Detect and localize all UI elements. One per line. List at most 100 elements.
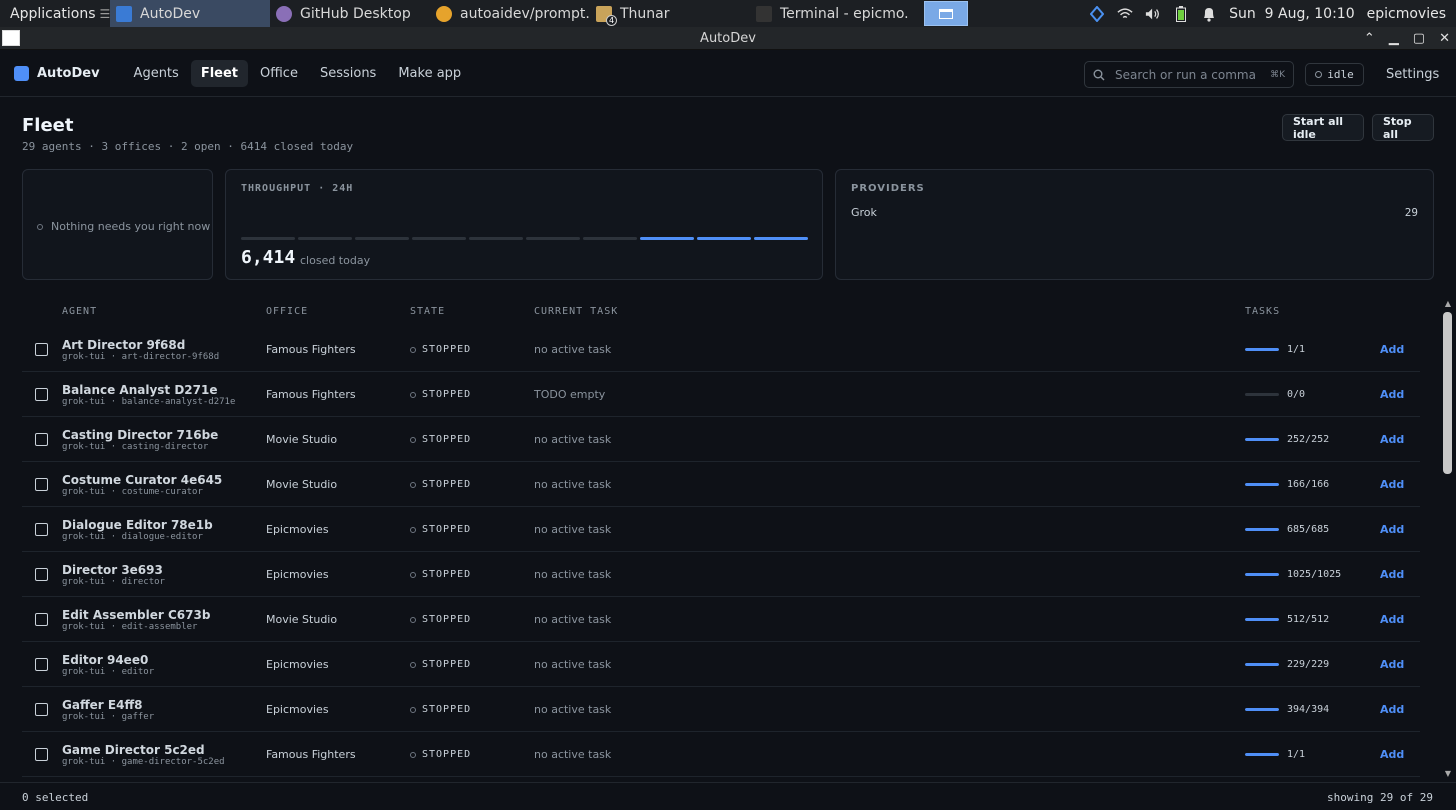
taskbar-task[interactable]: GitHub Desktop	[270, 0, 430, 27]
agent-name[interactable]: Costume Curator 4e645	[62, 473, 222, 487]
add-task-button[interactable]: Add	[1380, 523, 1404, 536]
settings-link[interactable]: Settings	[1378, 65, 1447, 84]
agent-state: STOPPED	[410, 704, 471, 715]
col-office[interactable]: OFFICE	[266, 306, 308, 317]
scroll-down-icon[interactable]: ▼	[1443, 769, 1453, 779]
add-task-button[interactable]: Add	[1380, 748, 1404, 761]
col-current-task[interactable]: CURRENT TASK	[534, 306, 618, 317]
taskbar-task[interactable]: autoaidev/prompt...	[430, 0, 590, 27]
col-tasks[interactable]: TASKS	[1245, 306, 1280, 317]
status-pill[interactable]: idle	[1305, 63, 1364, 86]
agent-name[interactable]: Art Director 9f68d	[62, 338, 185, 352]
scrollbar-thumb[interactable]	[1443, 312, 1452, 474]
add-task-button[interactable]: Add	[1380, 388, 1404, 401]
table-row[interactable]: Art Director 9f68d grok-tui · art-directo…	[22, 327, 1420, 372]
agent-state: STOPPED	[410, 659, 471, 670]
network-diamond-icon[interactable]	[1089, 5, 1105, 22]
window-app-icon[interactable]	[2, 30, 20, 46]
table-row[interactable]: Game Director 5c2ed grok-tui · game-direc…	[22, 732, 1420, 777]
state-ring-icon	[410, 436, 416, 443]
battery-icon[interactable]	[1173, 5, 1189, 22]
desktop-switcher[interactable]	[918, 0, 974, 27]
state-label: STOPPED	[422, 749, 472, 760]
agent-office: Epicmovies	[266, 658, 329, 671]
row-checkbox[interactable]	[35, 388, 48, 401]
nav-fleet[interactable]: Fleet	[190, 60, 248, 87]
search-input[interactable]	[1115, 67, 1255, 82]
col-state[interactable]: STATE	[410, 306, 445, 317]
nav-agents[interactable]: Agents	[124, 60, 189, 87]
start-all-idle-button[interactable]: Start all idle	[1282, 114, 1364, 141]
scroll-up-icon[interactable]: ▲	[1443, 299, 1453, 309]
taskbar-task[interactable]: 4 Thunar	[590, 0, 750, 27]
nav-make-app[interactable]: Make app	[388, 60, 471, 87]
table-row[interactable]: Dialogue Editor 78e1b grok-tui · dialogue…	[22, 507, 1420, 552]
row-checkbox[interactable]	[35, 568, 48, 581]
row-checkbox[interactable]	[35, 523, 48, 536]
command-search[interactable]: ⌘K	[1084, 61, 1294, 88]
row-checkbox[interactable]	[35, 478, 48, 491]
add-task-button[interactable]: Add	[1380, 703, 1404, 716]
nav-sessions[interactable]: Sessions	[310, 60, 386, 87]
close-icon[interactable]: ✕	[1439, 31, 1450, 46]
row-checkbox[interactable]	[35, 433, 48, 446]
volume-icon[interactable]	[1145, 6, 1161, 22]
table-row[interactable]: Casting Director 716be grok-tui · casting…	[22, 417, 1420, 462]
add-task-button[interactable]: Add	[1380, 343, 1404, 356]
table-row[interactable]: Editor 94ee0 grok-tui · editor Epicmovies S…	[22, 642, 1420, 687]
session-user[interactable]: epicmovies	[1367, 6, 1446, 22]
agent-name[interactable]: Edit Assembler C673b	[62, 608, 210, 622]
row-checkbox[interactable]	[35, 703, 48, 716]
provider-count: 29	[1404, 206, 1418, 219]
workspace-icon	[924, 1, 968, 26]
window-titlebar[interactable]: AutoDev ⌃ ▁ ▢ ✕	[0, 27, 1456, 50]
table-row[interactable]: Balance Analyst D271e grok-tui · balance-…	[22, 372, 1420, 417]
taskbar-task[interactable]: AutoDev	[110, 0, 270, 27]
maximize-icon[interactable]: ▢	[1413, 31, 1425, 46]
add-task-button[interactable]: Add	[1380, 568, 1404, 581]
tasks-count: 252/252	[1287, 434, 1330, 445]
wifi-icon[interactable]	[1117, 6, 1133, 22]
taskbar-task[interactable]: Terminal - epicmo...	[750, 0, 910, 27]
brand[interactable]: AutoDev	[14, 66, 100, 81]
table-row[interactable]: Director 3e693 grok-tui · director Epicmov…	[22, 552, 1420, 597]
agent-current-task: no active task	[534, 523, 612, 536]
row-checkbox[interactable]	[35, 748, 48, 761]
agent-name[interactable]: Gaffer E4ff8	[62, 698, 143, 712]
throughput-bucket	[241, 237, 295, 240]
row-checkbox[interactable]	[35, 613, 48, 626]
table-row[interactable]: Costume Curator 4e645 grok-tui · costume-…	[22, 462, 1420, 507]
page-subtitle: 29 agents · 3 offices · 2 open · 6414 cl…	[22, 140, 354, 153]
agent-name[interactable]: Game Director 5c2ed	[62, 743, 205, 757]
col-agent[interactable]: AGENT	[62, 306, 97, 317]
add-task-button[interactable]: Add	[1380, 658, 1404, 671]
empty-ring-icon	[37, 223, 43, 230]
minimize-icon[interactable]: ▁	[1389, 31, 1399, 46]
agent-id: grok-tui · edit-assembler	[62, 622, 198, 632]
table-scrollbar[interactable]: ▲ ▼	[1441, 298, 1455, 780]
add-task-button[interactable]: Add	[1380, 478, 1404, 491]
agent-name[interactable]: Dialogue Editor 78e1b	[62, 518, 213, 532]
agent-name[interactable]: Balance Analyst D271e	[62, 383, 218, 397]
nav-office[interactable]: Office	[250, 60, 308, 87]
tasks-progress-bar	[1245, 708, 1279, 711]
agent-current-task: no active task	[534, 748, 612, 761]
applications-menu[interactable]: Applications ☰	[0, 0, 110, 27]
add-task-button[interactable]: Add	[1380, 613, 1404, 626]
state-ring-icon	[410, 391, 416, 398]
agent-name[interactable]: Casting Director 716be	[62, 428, 218, 442]
agent-name[interactable]: Director 3e693	[62, 563, 163, 577]
row-checkbox[interactable]	[35, 343, 48, 356]
agent-name[interactable]: Editor 94ee0	[62, 653, 148, 667]
notification-bell-icon[interactable]	[1201, 6, 1217, 22]
agent-current-task: no active task	[534, 568, 612, 581]
shade-icon[interactable]: ⌃	[1364, 31, 1375, 46]
clock[interactable]: Sun 9 Aug, 10:10	[1229, 6, 1354, 22]
add-task-button[interactable]: Add	[1380, 433, 1404, 446]
tasks-count: 512/512	[1287, 614, 1330, 625]
table-row[interactable]: Gaffer E4ff8 grok-tui · gaffer Epicmovies S…	[22, 687, 1420, 732]
taskbar-task-label: AutoDev	[140, 5, 201, 22]
table-row[interactable]: Edit Assembler C673b grok-tui · edit-asse…	[22, 597, 1420, 642]
stop-all-button[interactable]: Stop all	[1372, 114, 1434, 141]
row-checkbox[interactable]	[35, 658, 48, 671]
